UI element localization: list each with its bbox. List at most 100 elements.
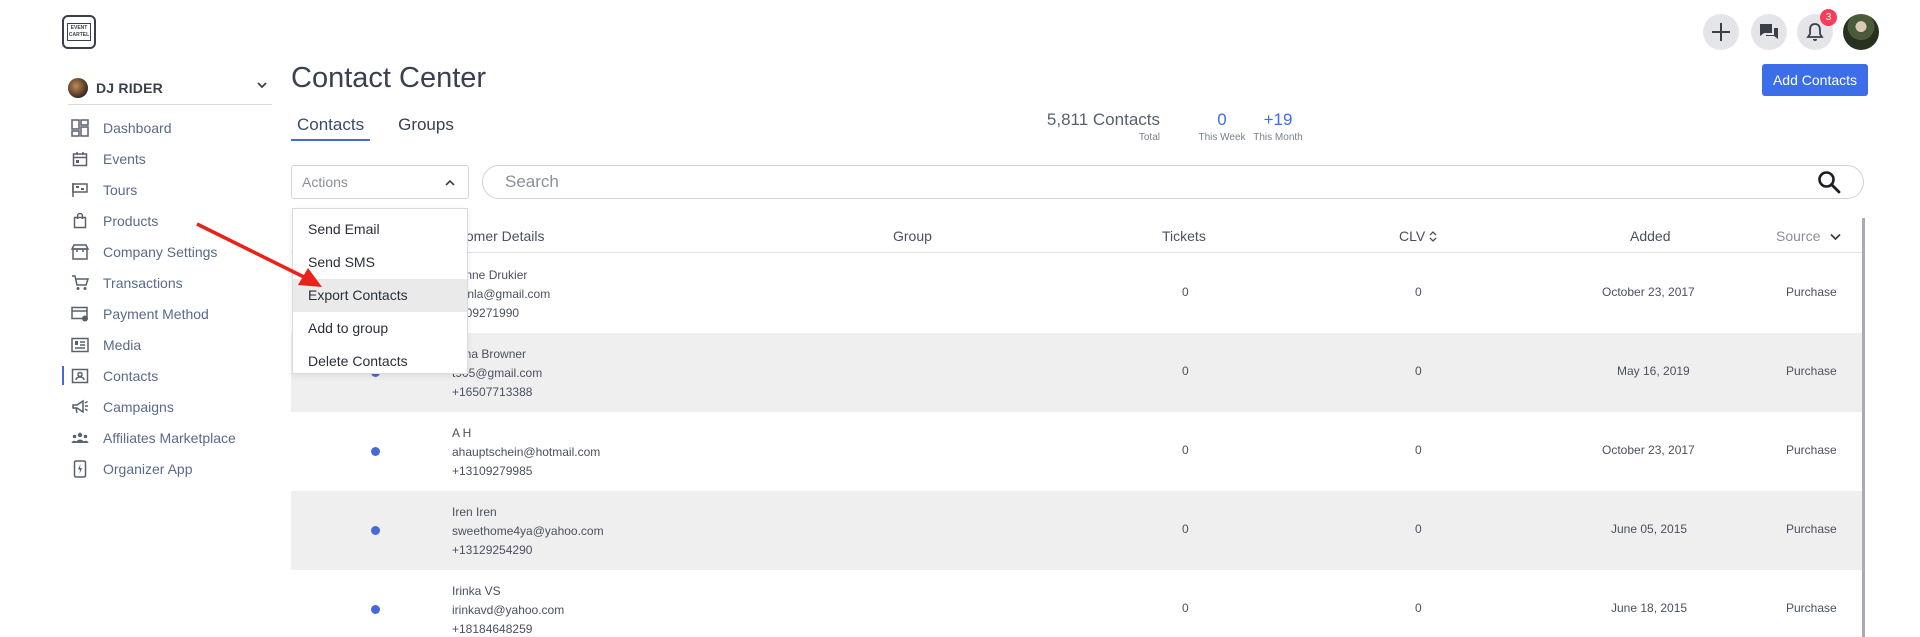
organization-selector[interactable]: DJ RIDER [68, 71, 272, 105]
customer-phone: +13129254290 [452, 543, 533, 557]
customer-email: sweethome4ya@yahoo.com [452, 524, 604, 538]
sidebar-item-contacts[interactable]: Contacts [62, 360, 236, 391]
column-tickets: Tickets [1162, 228, 1206, 244]
sidebar-item-label: Contacts [103, 367, 159, 384]
sidebar-item-label: Media [103, 336, 142, 353]
stat-month-value: +19 [1263, 110, 1293, 129]
source-cell: Purchase [1786, 443, 1837, 457]
user-avatar[interactable] [1843, 14, 1879, 50]
menu-item-send-sms[interactable]: Send SMS [293, 246, 467, 279]
sidebar-item-company-settings[interactable]: Company Settings [62, 236, 236, 267]
source-cell: Purchase [1786, 364, 1837, 378]
search-icon[interactable] [1817, 170, 1841, 194]
customer-phone: +13109279985 [452, 464, 533, 478]
add-contacts-button[interactable]: Add Contacts [1762, 64, 1868, 96]
sidebar-item-label: Dashboard [103, 119, 172, 136]
sidebar-item-dashboard[interactable]: Dashboard [62, 112, 236, 143]
sidebar-item-label: Events [103, 150, 146, 167]
sidebar-item-organizer-app[interactable]: Organizer App [62, 453, 236, 484]
chat-icon [1760, 24, 1778, 39]
sidebar-nav: Dashboard Events Tours Products Company … [62, 112, 236, 484]
table-row[interactable]: yana Browner t905@gmail.com +16507713388… [291, 333, 1865, 412]
added-cell: May 16, 2019 [1617, 364, 1690, 378]
sidebar-item-label: Company Settings [103, 243, 218, 260]
status-dot [371, 526, 380, 535]
tab-contacts[interactable]: Contacts [291, 115, 371, 141]
status-dot [371, 447, 380, 456]
eventcartel-logo[interactable]: EVENT CARTEL [62, 15, 96, 49]
source-cell: Purchase [1786, 601, 1837, 615]
sidebar-item-tours[interactable]: Tours [62, 174, 236, 205]
customer-details: Irinka VS irinkavd@yahoo.com +1818464825… [452, 582, 564, 637]
sidebar-item-events[interactable]: Events [62, 143, 236, 174]
search-input[interactable] [482, 165, 1864, 199]
table-header: stomer Details Group Tickets CLV Added S… [291, 218, 1865, 253]
sidebar-item-payment-method[interactable]: Payment Method [62, 298, 236, 329]
tickets-cell: 0 [1182, 601, 1189, 615]
customer-details: A H ahauptschein@hotmail.com +1310927998… [452, 424, 600, 481]
sidebar-item-label: Payment Method [103, 305, 209, 322]
customer-name: Iren Iren [452, 505, 497, 519]
organization-avatar [68, 77, 88, 98]
column-added: Added [1630, 228, 1671, 244]
actions-dropdown[interactable]: Actions [291, 165, 469, 199]
sidebar-item-transactions[interactable]: Transactions [62, 267, 236, 298]
customer-email: ahauptschein@hotmail.com [452, 445, 601, 459]
sidebar-item-affiliates-marketplace[interactable]: Affiliates Marketplace [62, 422, 236, 453]
sidebar-item-label: Affiliates Marketplace [103, 429, 236, 446]
tickets-cell: 0 [1182, 443, 1189, 457]
sort-icon [1429, 231, 1437, 242]
menu-item-delete-contacts[interactable]: Delete Contacts [293, 345, 467, 378]
create-button[interactable] [1703, 14, 1739, 50]
notifications-button[interactable]: 3 [1797, 9, 1837, 50]
calendar-icon [71, 150, 89, 168]
menu-item-add-to-group[interactable]: Add to group [293, 312, 467, 345]
sidebar-item-label: Organizer App [103, 460, 193, 477]
stat-month-caption: This Month [1253, 132, 1303, 143]
menu-item-export-contacts[interactable]: Export Contacts [293, 279, 467, 312]
table-scrollbar[interactable] [1862, 218, 1865, 637]
tab-bar: Contacts Groups [291, 115, 482, 141]
customer-name: Irinka VS [452, 584, 501, 598]
store-icon [71, 243, 89, 261]
bell-icon [1806, 23, 1824, 41]
source-cell: Purchase [1786, 522, 1837, 536]
table-row[interactable]: rianne Drukier xainla@gmail.com +1092719… [291, 254, 1865, 333]
sidebar-item-campaigns[interactable]: Campaigns [62, 391, 236, 422]
notification-count-badge: 3 [1820, 9, 1837, 26]
status-dot [371, 605, 380, 614]
customer-phone: +16507713388 [452, 385, 533, 399]
stat-total-caption: Total [1138, 132, 1160, 143]
clv-cell: 0 [1415, 364, 1422, 378]
stat-total-value: 5,811 Contacts [1046, 110, 1160, 129]
column-customer-details: stomer Details [455, 228, 545, 244]
media-icon [71, 336, 89, 354]
sidebar-item-media[interactable]: Media [62, 329, 236, 360]
column-source[interactable]: Source [1776, 228, 1841, 244]
column-clv[interactable]: CLV [1399, 228, 1437, 244]
column-source-label: Source [1776, 228, 1821, 244]
logo-mark: EVENT CARTEL [67, 23, 91, 41]
actions-label: Actions [302, 174, 348, 190]
actions-menu: Send Email Send SMS Export Contacts Add … [292, 208, 468, 374]
tab-groups[interactable]: Groups [392, 115, 460, 141]
sidebar-item-label: Tours [103, 181, 138, 198]
sidebar-item-products[interactable]: Products [62, 205, 236, 236]
organization-name: DJ RIDER [96, 79, 163, 96]
menu-item-send-email[interactable]: Send Email [293, 213, 467, 246]
card-settings-icon [71, 305, 89, 323]
stat-total: 5,811 Contacts Total [1040, 110, 1160, 143]
plus-icon [1712, 23, 1730, 41]
sidebar-item-label: Transactions [103, 274, 183, 291]
table-row[interactable]: Irinka VS irinkavd@yahoo.com +1818464825… [291, 570, 1865, 637]
phone-icon [71, 459, 89, 478]
flag-icon [71, 181, 89, 199]
table-row[interactable]: Iren Iren sweethome4ya@yahoo.com +131292… [291, 491, 1865, 570]
customer-details: Iren Iren sweethome4ya@yahoo.com +131292… [452, 503, 604, 560]
messages-button[interactable] [1751, 14, 1787, 50]
page-title: Contact Center [291, 62, 487, 94]
customer-phone: +18184648259 [452, 622, 533, 636]
clv-cell: 0 [1415, 443, 1422, 457]
table-row[interactable]: A H ahauptschein@hotmail.com +1310927998… [291, 412, 1865, 491]
megaphone-icon [71, 398, 89, 416]
